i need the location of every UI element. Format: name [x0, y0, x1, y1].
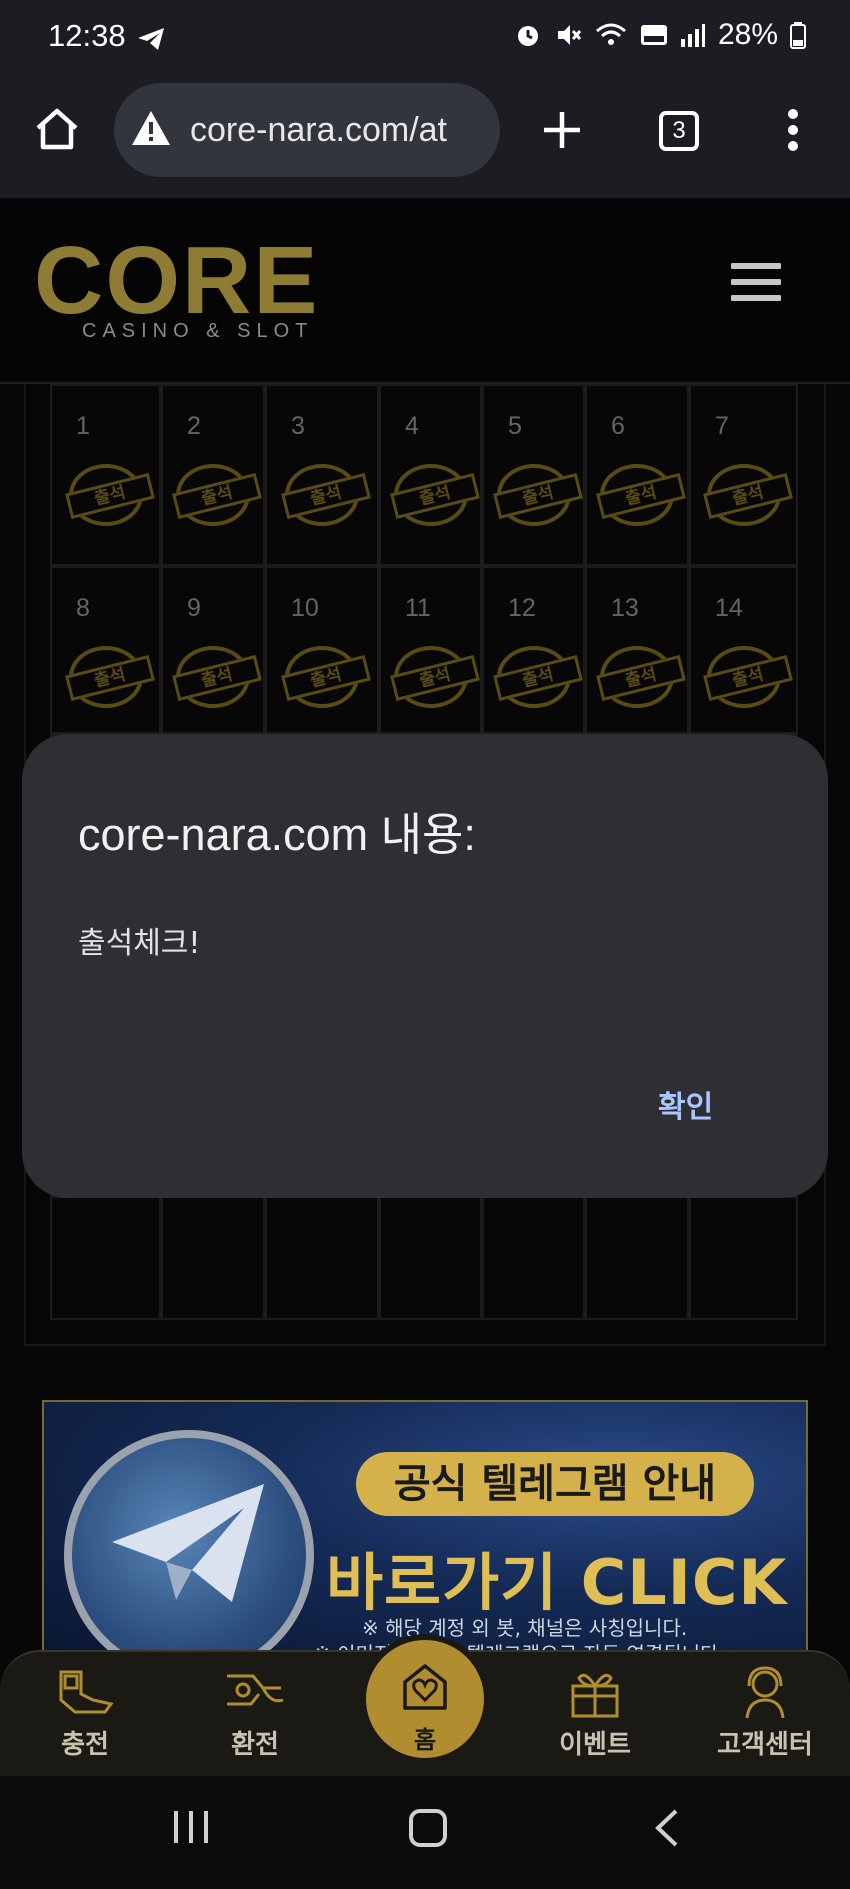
charge-icon: [59, 1670, 114, 1714]
site-header: CORE CASINO & SLOT: [0, 198, 850, 384]
battery-percent: 28%: [717, 18, 778, 51]
nav-exchange-label: 환전: [231, 1729, 279, 1759]
system-navigation-bar: [0, 1776, 850, 1889]
exchange-icon: [227, 1674, 284, 1706]
recent-apps-icon[interactable]: [172, 1809, 210, 1845]
tab-switcher-button[interactable]: 3: [659, 111, 699, 151]
headset-icon: [745, 1666, 785, 1719]
alarm-icon: [517, 26, 538, 46]
telegram-banner[interactable]: 공식 텔레그램 안내 바로가기 CLICK ※ 해당 계정 외 봇, 채널은 사…: [42, 1400, 808, 1660]
banner-title: 공식 텔레그램 안내: [356, 1452, 754, 1516]
telegram-icon: [138, 28, 164, 50]
nav-charge-label: 충전: [61, 1729, 109, 1759]
home-icon[interactable]: [34, 106, 80, 152]
more-options-icon[interactable]: [786, 108, 800, 152]
home-heart-icon: [403, 1664, 447, 1710]
logo-subtitle: CASINO & SLOT: [82, 320, 314, 342]
wifi-icon: [595, 23, 626, 45]
url-text[interactable]: core-nara.com/at: [190, 111, 447, 150]
nav-home[interactable]: 홈: [360, 1634, 490, 1764]
status-time: 12:38: [48, 18, 126, 53]
signal-icon: [680, 24, 705, 47]
menu-icon[interactable]: [731, 263, 781, 307]
mute-icon: [557, 25, 582, 45]
nav-support-label: 고객센터: [717, 1729, 813, 1759]
gift-icon: [571, 1673, 619, 1718]
nav-exchange[interactable]: 환전: [190, 1664, 320, 1761]
nav-event[interactable]: 이벤트: [530, 1664, 660, 1761]
new-tab-icon[interactable]: [542, 110, 582, 150]
nav-support[interactable]: 고객센터: [700, 1664, 830, 1761]
browser-toolbar: core-nara.com/at 3: [0, 78, 850, 198]
home-nav-icon[interactable]: [408, 1808, 448, 1848]
battery-icon: [790, 22, 806, 49]
dialog-ok-button[interactable]: 확인: [658, 1082, 713, 1126]
alert-dialog: core-nara.com 내용: 출석체크! 확인: [22, 734, 828, 1198]
warning-icon[interactable]: [130, 109, 172, 147]
dialog-title: core-nara.com 내용:: [78, 809, 476, 860]
status-bar: 12:38 28%: [0, 0, 850, 78]
nav-event-label: 이벤트: [559, 1729, 631, 1759]
back-icon[interactable]: [652, 1808, 680, 1848]
hd-voice-icon: [640, 25, 667, 45]
nav-charge[interactable]: 충전: [20, 1664, 150, 1761]
dialog-message: 출석체크!: [78, 926, 201, 961]
telegram-icon: [112, 1484, 264, 1602]
nav-home-label: 홈: [413, 1726, 437, 1754]
banner-headline: 바로가기 CLICK: [326, 1546, 788, 1619]
address-bar[interactable]: core-nara.com/at: [114, 83, 500, 177]
